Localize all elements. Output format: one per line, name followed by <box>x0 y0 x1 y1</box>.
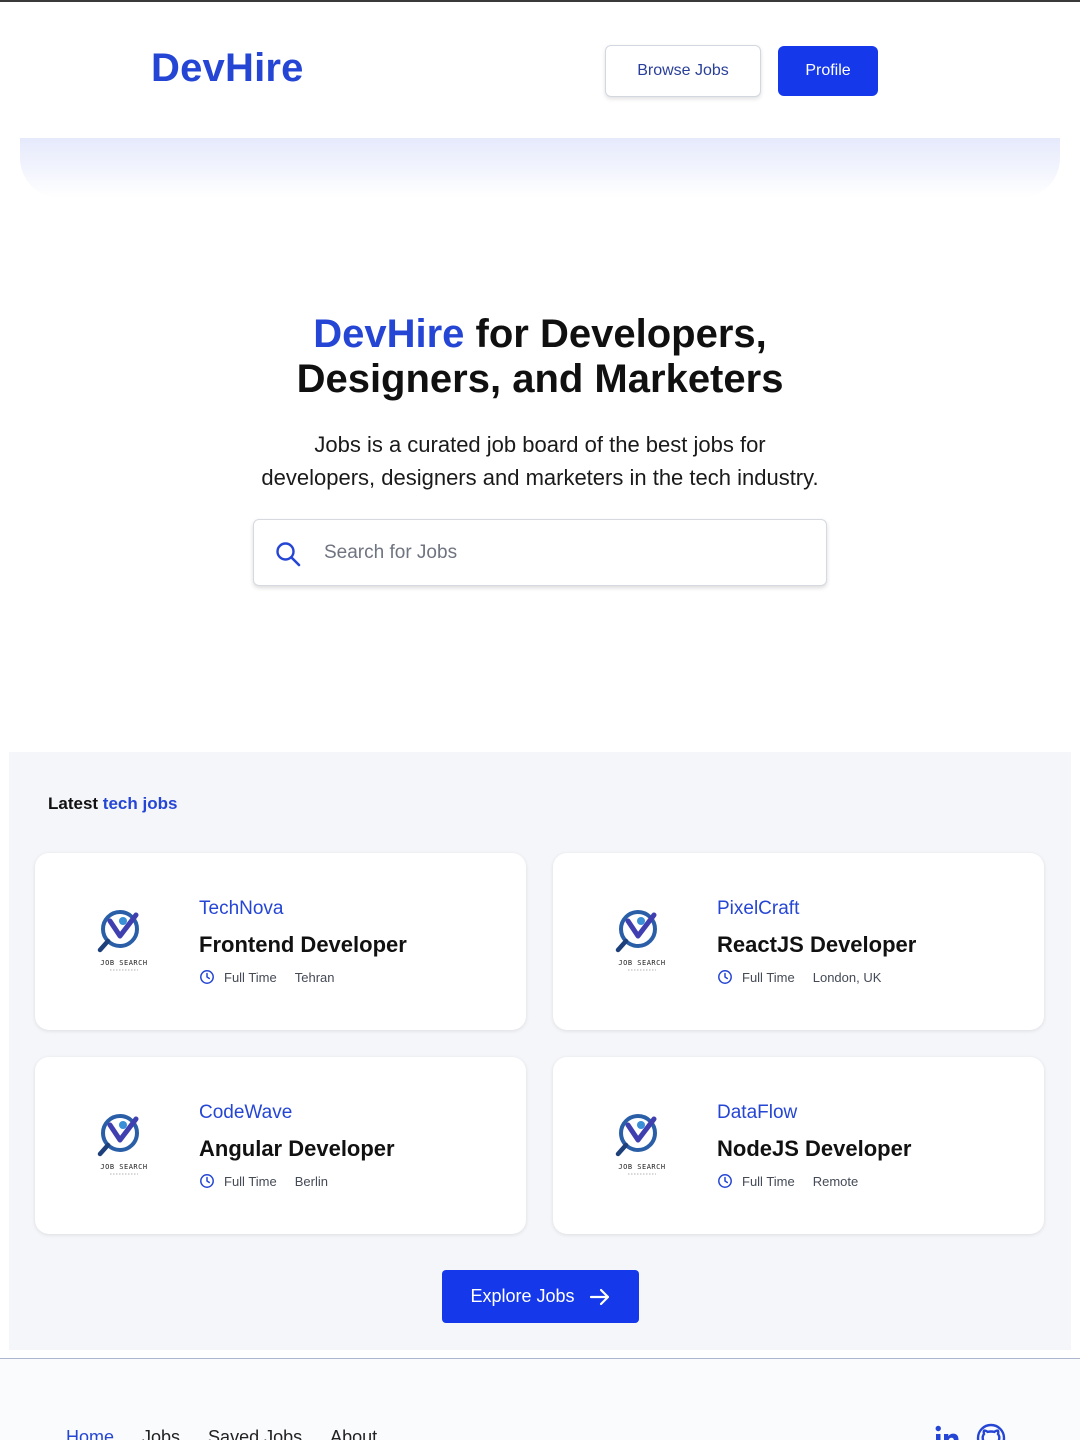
job-type: Full Time <box>742 969 795 985</box>
hero-title: DevHire for Developers, Designers, and M… <box>140 312 940 402</box>
job-search-logo-icon: JOB SEARCH <box>97 910 147 971</box>
job-location: London, UK <box>812 969 882 985</box>
job-title: Angular Developer <box>199 1136 395 1161</box>
logo-caption: JOB SEARCH <box>100 959 147 967</box>
job-card[interactable]: JOB SEARCH DataFlow NodeJS Developer Ful… <box>553 1057 1044 1234</box>
search-input[interactable] <box>324 532 804 574</box>
job-card[interactable]: JOB SEARCH CodeWave Angular Developer Fu… <box>35 1057 526 1234</box>
company-name: CodeWave <box>199 1102 293 1123</box>
job-search-logo-icon: JOB SEARCH <box>615 910 665 971</box>
clock-icon <box>718 1174 732 1188</box>
heading-accent-text: tech jobs <box>102 794 178 813</box>
brand-logo[interactable]: DevHire <box>151 46 304 91</box>
job-meta: Full Time London, UK <box>717 969 881 985</box>
search-icon[interactable] <box>274 540 302 568</box>
hero-title-line2: Designers, and Marketers <box>296 357 784 401</box>
company-name: TechNova <box>199 898 284 919</box>
job-search-logo-icon: JOB SEARCH <box>615 1114 665 1175</box>
linkedin-icon[interactable] <box>932 1423 962 1440</box>
latest-jobs-section: Latest tech jobs JOB SEARCH TechNova Fro… <box>9 752 1071 1350</box>
company-name: PixelCraft <box>717 898 800 919</box>
clock-icon <box>200 1174 214 1188</box>
job-location: Remote <box>812 1173 859 1189</box>
job-title: ReactJS Developer <box>717 932 917 957</box>
explore-jobs-label: Explore Jobs <box>470 1286 575 1306</box>
github-icon[interactable] <box>976 1423 1006 1440</box>
job-title: NodeJS Developer <box>717 1136 912 1161</box>
header-shadow <box>20 138 1060 198</box>
logo-caption: JOB SEARCH <box>618 1163 665 1171</box>
arrow-right-icon <box>589 1288 609 1305</box>
footer-link-saved-jobs[interactable]: Saved Jobs <box>208 1427 302 1440</box>
job-meta: Full Time Remote <box>717 1173 858 1189</box>
hero-subtitle: Jobs is a curated job board of the best … <box>190 428 890 494</box>
job-location: Tehran <box>294 969 335 985</box>
job-type: Full Time <box>742 1173 795 1189</box>
job-card[interactable]: JOB SEARCH PixelCraft ReactJS Developer … <box>553 853 1044 1030</box>
site-header: DevHire Browse Jobs Profile <box>0 2 1080 138</box>
job-search-box[interactable] <box>253 519 827 586</box>
hero-subtitle-line2: developers, designers and marketers in t… <box>261 465 819 490</box>
job-search-logo-icon: JOB SEARCH <box>97 1114 147 1175</box>
job-type: Full Time <box>224 969 277 985</box>
job-location: Berlin <box>294 1173 328 1189</box>
footer-nav: Home Jobs Saved Jobs About <box>66 1427 405 1440</box>
browse-jobs-button[interactable]: Browse Jobs <box>605 45 761 97</box>
hero-subtitle-line1: Jobs is a curated job board of the best … <box>314 432 766 457</box>
job-meta: Full Time Tehran <box>199 969 334 985</box>
hero-title-accent: DevHire <box>313 312 465 356</box>
job-type: Full Time <box>224 1173 277 1189</box>
site-footer: Home Jobs Saved Jobs About <box>0 1359 1080 1440</box>
job-card[interactable]: JOB SEARCH TechNova Frontend Developer F… <box>35 853 526 1030</box>
latest-jobs-heading: Latest tech jobs <box>48 794 177 814</box>
logo-caption: JOB SEARCH <box>100 1163 147 1171</box>
footer-link-about[interactable]: About <box>330 1427 377 1440</box>
explore-jobs-button[interactable]: Explore Jobs <box>442 1270 639 1323</box>
profile-button[interactable]: Profile <box>778 46 878 96</box>
job-meta: Full Time Berlin <box>199 1173 328 1189</box>
company-name: DataFlow <box>717 1102 798 1123</box>
heading-plain-text: Latest <box>48 794 103 813</box>
footer-link-jobs[interactable]: Jobs <box>142 1427 180 1440</box>
footer-link-home[interactable]: Home <box>66 1427 114 1440</box>
clock-icon <box>200 970 214 984</box>
logo-caption: JOB SEARCH <box>618 959 665 967</box>
clock-icon <box>718 970 732 984</box>
job-title: Frontend Developer <box>199 932 407 957</box>
hero-title-line1: for Developers, <box>464 312 767 356</box>
